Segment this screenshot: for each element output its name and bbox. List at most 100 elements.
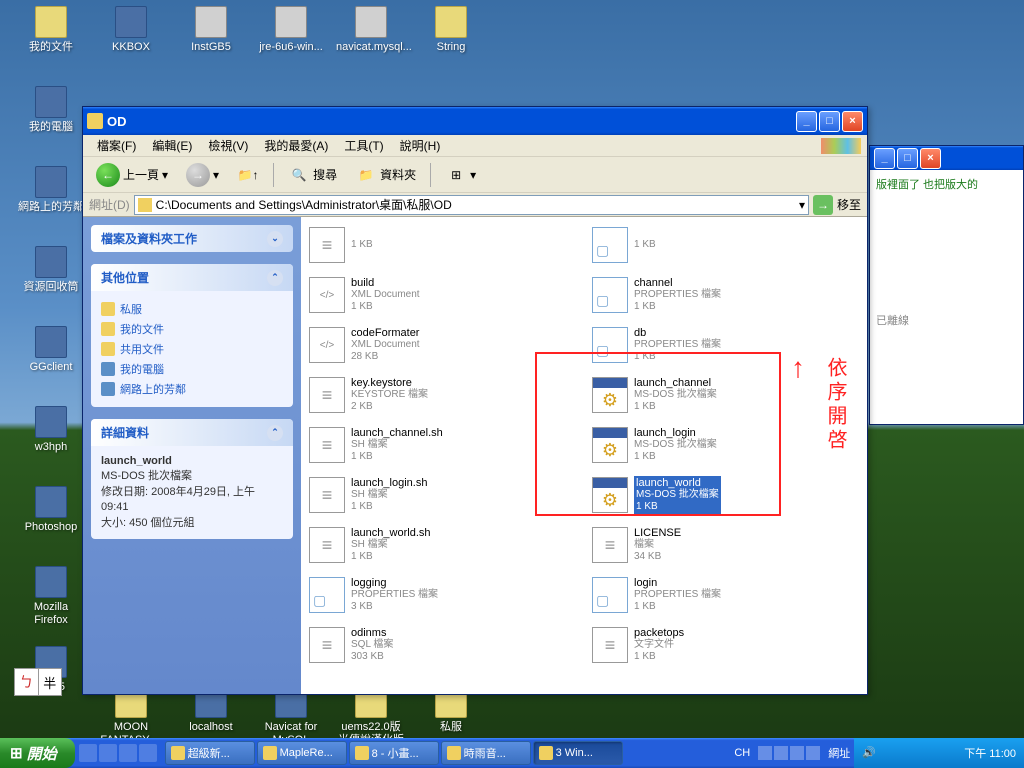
taskbar-button[interactable]: 時雨音... <box>441 741 531 765</box>
icon-label: 私服 <box>416 721 486 734</box>
ime-icon[interactable] <box>790 746 804 760</box>
desktop-icon[interactable]: jre-6u6-win... <box>256 6 326 54</box>
app-icon <box>35 86 67 118</box>
up-button[interactable]: 📁↑ <box>230 160 266 190</box>
ql-desktop-icon[interactable] <box>99 744 117 762</box>
file-item[interactable]: odinmsSQL 檔案303 KB <box>305 621 580 669</box>
clock[interactable]: 下午 11:00 <box>964 745 1016 761</box>
bg-status: 已離線 <box>876 312 1017 328</box>
ime-indicator[interactable]: ㄅ 半 <box>14 668 62 696</box>
close-button[interactable]: × <box>842 111 863 132</box>
views-button[interactable]: ⊞▾ <box>438 160 483 190</box>
bg-close-button[interactable]: × <box>920 148 941 169</box>
sidebar-link[interactable]: 私服 <box>101 299 283 319</box>
titlebar[interactable]: OD _ □ × <box>83 107 867 135</box>
tray-icon[interactable] <box>913 746 927 760</box>
ime-icon[interactable] <box>806 746 820 760</box>
menu-item[interactable]: 工具(T) <box>336 135 391 156</box>
tray-icon[interactable] <box>879 746 893 760</box>
desktop-icon[interactable]: Mozilla Firefox <box>16 566 86 627</box>
sidebar-link[interactable]: 共用文件 <box>101 339 283 359</box>
folders-button[interactable]: 📁資料夾 <box>348 160 423 190</box>
file-item[interactable]: 1 KB <box>588 221 863 269</box>
file-item[interactable]: buildXML Document1 KB <box>305 271 580 319</box>
file-item[interactable]: launch_login.shSH 檔案1 KB <box>305 471 580 519</box>
file-item[interactable]: codeFormaterXML Document28 KB <box>305 321 580 369</box>
menu-item[interactable]: 編輯(E) <box>144 135 200 156</box>
file-item[interactable]: channelPROPERTIES 檔案1 KB <box>588 271 863 319</box>
back-button[interactable]: ←上一頁 ▾ <box>89 159 175 191</box>
places-header[interactable]: 其他位置⌃ <box>91 264 293 291</box>
desktop-icon[interactable]: InstGB5 <box>176 6 246 54</box>
desktop-icon[interactable]: Photoshop <box>16 486 86 534</box>
tray-icon[interactable] <box>930 746 944 760</box>
menu-item[interactable]: 我的最愛(A) <box>256 135 336 156</box>
tray-icon[interactable] <box>896 746 910 760</box>
file-type: MS-DOS 批次檔案 <box>636 489 719 501</box>
file-type: SQL 檔案 <box>351 639 393 651</box>
file-icon <box>592 527 628 563</box>
file-item[interactable]: loginPROPERTIES 檔案1 KB <box>588 571 863 619</box>
search-button[interactable]: 🔍搜尋 <box>281 160 344 190</box>
file-icon <box>592 427 628 463</box>
desktop-icon[interactable]: w3hph <box>16 406 86 454</box>
minimize-button[interactable]: _ <box>796 111 817 132</box>
file-item[interactable]: 1 KB <box>305 221 580 269</box>
lang-indicator[interactable]: CH <box>730 745 754 761</box>
menu-item[interactable]: 檢視(V) <box>200 135 256 156</box>
desktop-icon[interactable]: 我的文件 <box>16 6 86 54</box>
bg-max-button[interactable]: □ <box>897 148 918 169</box>
taskbar-button[interactable]: 8 - 小畫... <box>349 741 439 765</box>
ql-ie-icon[interactable] <box>79 744 97 762</box>
desktop-icon[interactable]: navicat.mysql... <box>336 6 406 54</box>
desktop-icon[interactable]: 資源回收筒 <box>16 246 86 294</box>
tray-icon[interactable] <box>947 746 961 760</box>
window-title: OD <box>107 114 796 129</box>
taskbar-button[interactable]: MapleRe... <box>257 741 347 765</box>
ql-app-icon[interactable] <box>139 744 157 762</box>
ql-app-icon[interactable] <box>119 744 137 762</box>
taskbar-button[interactable]: 3 Win... <box>533 741 623 765</box>
sidebar-link[interactable]: 我的電腦 <box>101 359 283 379</box>
file-item[interactable]: launch_channel.shSH 檔案1 KB <box>305 421 580 469</box>
desktop-icon[interactable]: 我的電腦 <box>16 86 86 134</box>
icon-label: Mozilla Firefox <box>16 601 86 627</box>
desktop-icon[interactable]: GGclient <box>16 326 86 374</box>
file-size: 1 KB <box>634 301 721 313</box>
file-item[interactable]: launch_worldMS-DOS 批次檔案1 KB <box>588 471 863 519</box>
sidebar-link[interactable]: 我的文件 <box>101 319 283 339</box>
file-item[interactable]: packetops文字文件1 KB <box>588 621 863 669</box>
file-item[interactable]: LICENSE檔案34 KB <box>588 521 863 569</box>
taskbar-button[interactable]: 超級新... <box>165 741 255 765</box>
desktop-icon[interactable]: 網路上的芳鄰 <box>16 166 86 214</box>
desktop-icon[interactable]: String <box>416 6 486 54</box>
net-label[interactable]: 網址 <box>824 743 854 763</box>
tasks-header[interactable]: 檔案及資料夾工作⌄ <box>91 225 293 252</box>
file-size: 303 KB <box>351 651 393 663</box>
menu-item[interactable]: 檔案(F) <box>89 135 144 156</box>
desktop-icon[interactable]: KKBOX <box>96 6 166 54</box>
file-name: login <box>634 577 721 589</box>
file-item[interactable]: key.keystoreKEYSTORE 檔案2 KB <box>305 371 580 419</box>
file-pane[interactable]: 1 KB1 KBbuildXML Document1 KBchannelPROP… <box>301 217 867 694</box>
file-type: PROPERTIES 檔案 <box>634 339 721 351</box>
file-item[interactable]: loggingPROPERTIES 檔案3 KB <box>305 571 580 619</box>
file-icon <box>592 627 628 663</box>
go-button[interactable]: → <box>813 195 833 215</box>
start-button[interactable]: 開始 <box>0 738 75 768</box>
forward-button[interactable]: → ▾ <box>179 159 226 191</box>
menu-item[interactable]: 說明(H) <box>392 135 449 156</box>
ime-icon[interactable] <box>774 746 788 760</box>
file-type: PROPERTIES 檔案 <box>634 589 721 601</box>
maximize-button[interactable]: □ <box>819 111 840 132</box>
sidebar-link[interactable]: 網路上的芳鄰 <box>101 379 283 399</box>
file-name: packetops <box>634 627 684 639</box>
places-panel: 其他位置⌃ 私服我的文件共用文件我的電腦網路上的芳鄰 <box>91 264 293 407</box>
app-icon <box>275 6 307 38</box>
address-input[interactable]: C:\Documents and Settings\Administrator\… <box>134 195 809 215</box>
ime-icon[interactable] <box>758 746 772 760</box>
bg-min-button[interactable]: _ <box>874 148 895 169</box>
tray-icon[interactable]: 🔊 <box>862 746 876 760</box>
file-item[interactable]: launch_world.shSH 檔案1 KB <box>305 521 580 569</box>
details-header[interactable]: 詳細資料⌃ <box>91 419 293 446</box>
